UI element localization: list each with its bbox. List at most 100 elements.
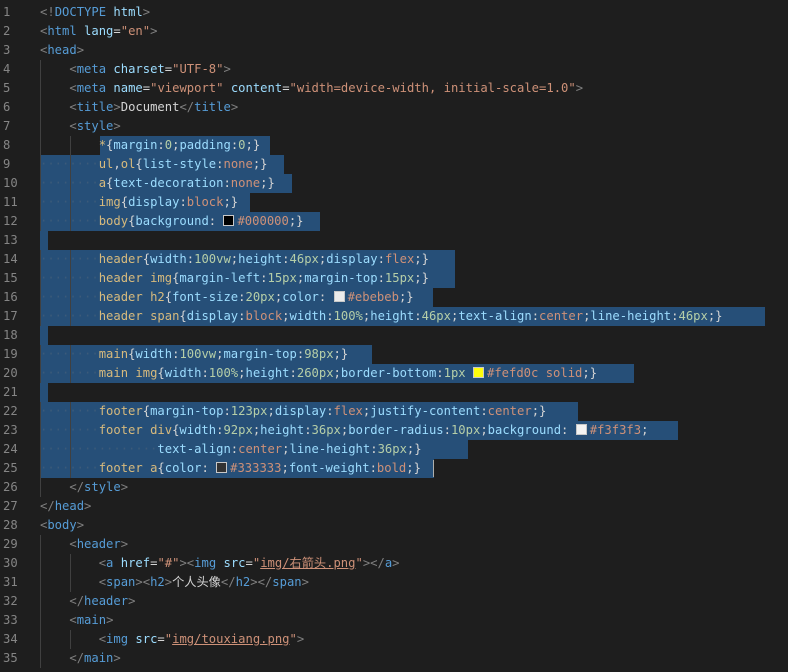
code-line[interactable]: 12 ········body{background: #000000;} bbox=[0, 212, 788, 231]
code-line[interactable]: 29 <header> bbox=[0, 535, 788, 554]
code-token: #333333 bbox=[230, 461, 282, 475]
line-code: ········header span{display: block;width:… bbox=[40, 307, 723, 326]
code-token: : bbox=[369, 461, 377, 475]
indent-whitespace: ········ bbox=[40, 157, 99, 171]
code-token: 46px bbox=[678, 309, 708, 323]
code-line[interactable]: 30 <a href="#"><img src="img/右箭头.png"></… bbox=[0, 554, 788, 573]
line-code: ········footer div{width:92px;height:36p… bbox=[40, 421, 648, 440]
color-swatch[interactable] bbox=[333, 291, 345, 302]
code-token: head bbox=[47, 43, 77, 57]
code-line[interactable]: 25 ········footer a{color: #333333;font-w… bbox=[0, 459, 788, 478]
code-editor[interactable]: 1 <!DOCTYPE html> 2 <html lang="en"> 3 <head>… bbox=[0, 0, 788, 672]
code-token: 15px bbox=[384, 271, 415, 285]
line-code: <img src="img/touxiang.png"> bbox=[40, 630, 305, 649]
line-number: 3 bbox=[3, 43, 11, 57]
code-token: "width=device-width, initial-scale=1.0" bbox=[289, 81, 576, 95]
code-token: header span bbox=[98, 309, 180, 323]
code-line[interactable]: 14 ········header{width:100vw;height:46px… bbox=[0, 250, 788, 269]
code-line[interactable]: 18 bbox=[0, 326, 788, 345]
code-line[interactable]: 24 ················text-align: center;line… bbox=[0, 440, 788, 459]
code-token: ol bbox=[120, 157, 136, 171]
indent-whitespace: ········ bbox=[40, 290, 99, 304]
code-token: head bbox=[54, 499, 85, 513]
code-token: list-style bbox=[142, 157, 217, 171]
line-code: <header> bbox=[40, 535, 128, 554]
code-line[interactable]: 28 <body> bbox=[0, 516, 788, 535]
code-token: style bbox=[84, 480, 121, 494]
code-line[interactable]: 33 <main> bbox=[0, 611, 788, 630]
code-line[interactable]: 6 <title>Document</title> bbox=[0, 98, 788, 117]
code-line[interactable]: 13 bbox=[0, 231, 788, 250]
code-line[interactable]: 7 <style> bbox=[0, 117, 788, 136]
code-line[interactable]: 22 ········footer{margin-top:123px;displa… bbox=[0, 402, 788, 421]
code-token: block bbox=[245, 309, 283, 323]
indent-whitespace: ········ bbox=[40, 214, 99, 228]
code-token: { bbox=[157, 366, 165, 380]
code-token: ></ bbox=[362, 556, 385, 570]
color-swatch[interactable] bbox=[472, 367, 484, 378]
code-line[interactable]: 4 <meta charset="UTF-8"> bbox=[0, 60, 788, 79]
code-line[interactable]: 15 ········header img{margin-left:15px;ma… bbox=[0, 269, 788, 288]
text-cursor bbox=[433, 460, 434, 477]
code-line[interactable]: 16 ········header h2{font-size:20px;color… bbox=[0, 288, 788, 307]
code-line[interactable]: 26 </style> bbox=[0, 478, 788, 497]
code-line[interactable]: 34 <img src="img/touxiang.png"> bbox=[0, 630, 788, 649]
code-token: < bbox=[69, 100, 77, 114]
code-token: : bbox=[289, 366, 297, 380]
code-line[interactable]: 9 ········ul,ol{list-style:none;} bbox=[0, 155, 788, 174]
color-swatch[interactable] bbox=[216, 462, 228, 473]
code-token: <! bbox=[40, 5, 55, 19]
code-token: 10px bbox=[450, 423, 481, 437]
code-line[interactable]: 2 <html lang="en"> bbox=[0, 22, 788, 41]
code-line[interactable]: 19 ········main{width:100vw;margin-top:98… bbox=[0, 345, 788, 364]
indent-whitespace: ········ bbox=[40, 461, 99, 475]
code-token: { bbox=[142, 252, 151, 266]
code-token: width bbox=[150, 252, 187, 266]
code-token: : bbox=[304, 423, 312, 437]
code-line[interactable]: 23 ········footer div{width:92px;height:3… bbox=[0, 421, 788, 440]
code-line[interactable]: 21 bbox=[0, 383, 788, 402]
code-token: lang bbox=[84, 24, 114, 38]
code-token: main bbox=[98, 347, 129, 361]
code-token: ;} bbox=[223, 195, 239, 209]
code-line[interactable]: 31 <span><h2>个人头像</h2></span> bbox=[0, 573, 788, 592]
code-token: center bbox=[487, 404, 532, 418]
code-token: img bbox=[106, 632, 129, 646]
code-token: : bbox=[208, 214, 224, 228]
code-token: 46px bbox=[421, 309, 451, 323]
code-line[interactable]: 3 <head> bbox=[0, 41, 788, 60]
code-line[interactable]: 1 <!DOCTYPE html> bbox=[0, 3, 788, 22]
code-token: > bbox=[223, 62, 231, 76]
color-swatch[interactable] bbox=[575, 424, 587, 435]
code-token: ;} bbox=[398, 290, 414, 304]
color-swatch[interactable] bbox=[223, 215, 235, 226]
code-token: flex bbox=[384, 252, 415, 266]
code-line[interactable]: 32 </header> bbox=[0, 592, 788, 611]
code-token: height bbox=[238, 252, 283, 266]
code-line[interactable]: 11 ········img{display:block;} bbox=[0, 193, 788, 212]
code-token: background bbox=[487, 423, 562, 437]
code-line[interactable]: 5 <meta name="viewport" content="width=d… bbox=[0, 79, 788, 98]
code-token: 36px bbox=[311, 423, 341, 437]
code-line[interactable]: 8 *{margin:0;padding:0;} bbox=[0, 136, 788, 155]
code-token: : bbox=[531, 309, 540, 323]
code-token: width bbox=[179, 423, 217, 437]
code-line[interactable]: 10 ········a{text-decoration:none;} bbox=[0, 174, 788, 193]
code-token: ; bbox=[480, 423, 488, 437]
code-token: > bbox=[106, 613, 114, 627]
line-code: <span><h2>个人头像</h2></span> bbox=[40, 573, 309, 592]
line-number: 14 bbox=[3, 252, 18, 266]
code-token: < bbox=[69, 119, 77, 133]
code-line[interactable]: 20 ········main img{width:100%;height:260… bbox=[0, 364, 788, 383]
code-token: footer bbox=[98, 404, 143, 418]
selection-highlight bbox=[40, 326, 48, 345]
code-line[interactable]: 35 </main> bbox=[0, 649, 788, 668]
code-line[interactable]: 27 </head> bbox=[0, 497, 788, 516]
line-number: 31 bbox=[3, 575, 18, 589]
code-token: > bbox=[120, 480, 129, 494]
code-line[interactable]: 17 ········header span{display: block;widt… bbox=[0, 307, 788, 326]
code-token: display bbox=[186, 309, 239, 323]
line-code: </head> bbox=[40, 497, 91, 516]
